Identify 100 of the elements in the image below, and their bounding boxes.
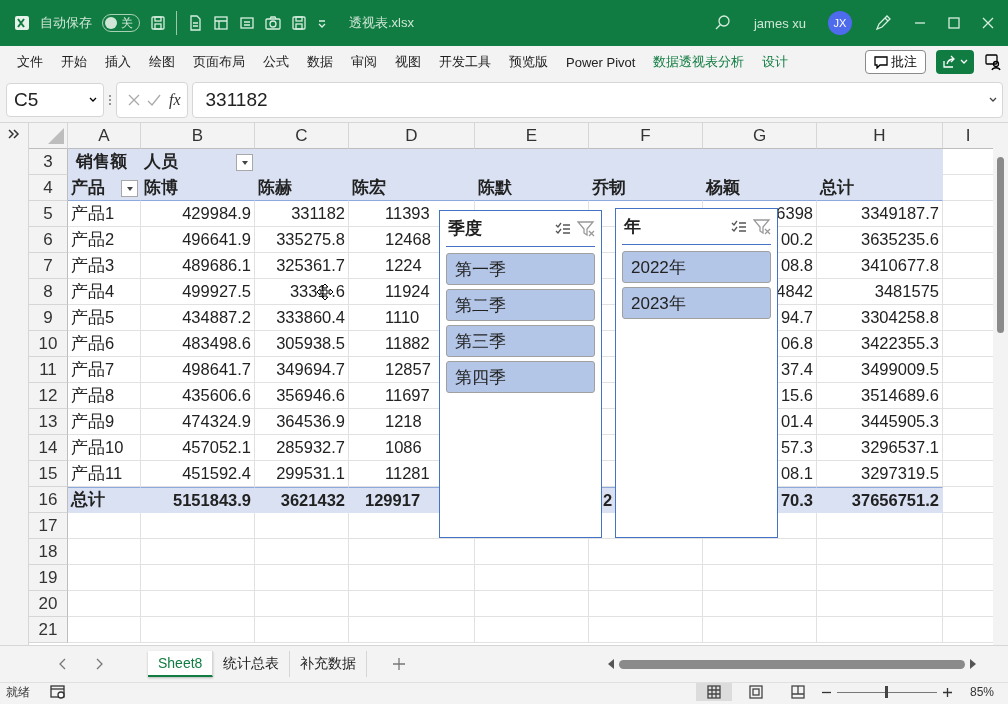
customize-icon[interactable] bbox=[317, 18, 327, 28]
vertical-scrollbar[interactable] bbox=[993, 123, 1008, 645]
slicer-item[interactable]: 第四季 bbox=[446, 361, 595, 393]
ribbon-tab[interactable]: 数据 bbox=[298, 53, 342, 71]
user-avatar[interactable]: JX bbox=[828, 11, 852, 35]
ribbon-tab[interactable]: 开始 bbox=[52, 53, 96, 71]
name-box[interactable]: C5 bbox=[6, 83, 104, 117]
share-button[interactable] bbox=[936, 50, 974, 74]
ribbon-tab[interactable]: 开发工具 bbox=[430, 53, 500, 71]
ribbon-tab[interactable]: 数据透视表分析 bbox=[644, 53, 754, 71]
row-number[interactable]: 19 bbox=[29, 565, 68, 591]
zoom-in-icon[interactable] bbox=[942, 687, 952, 697]
comment-icon bbox=[874, 55, 888, 69]
pen-icon[interactable] bbox=[874, 14, 892, 32]
clear-filter-icon[interactable] bbox=[577, 220, 595, 237]
row-number[interactable]: 7 bbox=[29, 253, 68, 279]
zoom-level[interactable]: 85% bbox=[969, 685, 994, 699]
ribbon-tab[interactable]: 页面布局 bbox=[184, 53, 254, 71]
file-name[interactable]: 透视表.xlsx bbox=[349, 14, 414, 32]
table-cell: 285932.7 bbox=[255, 435, 349, 461]
row-number[interactable]: 17 bbox=[29, 513, 68, 539]
row-number[interactable]: 21 bbox=[29, 617, 68, 643]
form-icon[interactable] bbox=[213, 15, 229, 31]
drag-handle-icon[interactable] bbox=[108, 94, 112, 106]
table-cell: 333860.4 bbox=[255, 305, 349, 331]
cancel-icon[interactable] bbox=[127, 93, 141, 107]
camera-icon[interactable] bbox=[265, 15, 281, 31]
slicer-item[interactable]: 2023年 bbox=[622, 287, 771, 319]
check-icon[interactable] bbox=[147, 93, 161, 107]
save-icon[interactable] bbox=[291, 15, 307, 31]
row-number[interactable]: 16 bbox=[29, 487, 68, 513]
table-icon[interactable] bbox=[239, 15, 255, 31]
sheet-tab[interactable]: 补充数据 bbox=[290, 651, 368, 677]
row-number[interactable]: 12 bbox=[29, 383, 68, 409]
row-number[interactable]: 20 bbox=[29, 591, 68, 617]
table-cell: 435606.6 bbox=[141, 383, 255, 409]
header-label: 人员 bbox=[144, 150, 178, 172]
row-number[interactable]: 9 bbox=[29, 305, 68, 331]
table-cell: 产品9 bbox=[68, 409, 141, 435]
sheet-tab[interactable]: 统计总表 bbox=[213, 651, 291, 677]
table-cell: 产品8 bbox=[68, 383, 141, 409]
filter-dropdown-button[interactable] bbox=[121, 180, 138, 197]
table-cell: 434887.2 bbox=[141, 305, 255, 331]
page-icon bbox=[748, 685, 763, 699]
ribbon-tab[interactable]: 插入 bbox=[96, 53, 140, 71]
normal-view-button[interactable] bbox=[695, 683, 732, 701]
sheet-tab[interactable]: Sheet8 bbox=[148, 651, 214, 677]
row-number[interactable]: 11 bbox=[29, 357, 68, 383]
row-number[interactable]: 13 bbox=[29, 409, 68, 435]
next-icon[interactable] bbox=[94, 658, 104, 670]
row-number[interactable]: 18 bbox=[29, 539, 68, 565]
ribbon-tab[interactable]: 视图 bbox=[386, 53, 430, 71]
row-number[interactable]: 4 bbox=[29, 175, 68, 201]
table-cell: 3621432 bbox=[255, 487, 349, 513]
person-icon[interactable] bbox=[984, 53, 1002, 71]
slicer-item[interactable]: 第三季 bbox=[446, 325, 595, 357]
table-cell: 产品10 bbox=[68, 435, 141, 461]
filter-dropdown-button[interactable] bbox=[236, 154, 253, 171]
table-cell: 305938.5 bbox=[255, 331, 349, 357]
row-number[interactable]: 15 bbox=[29, 461, 68, 487]
table-cell: 3349187.7 bbox=[817, 201, 943, 227]
previous-icon[interactable] bbox=[58, 658, 68, 670]
accessibility-icon[interactable] bbox=[50, 685, 66, 699]
multi-select-icon[interactable] bbox=[731, 218, 747, 235]
user-name: james xu bbox=[753, 15, 806, 31]
row-number[interactable]: 6 bbox=[29, 227, 68, 253]
slicer-item[interactable]: 2022年 bbox=[622, 251, 771, 283]
ribbon-tab[interactable]: 设计 bbox=[753, 53, 798, 71]
slicer-item[interactable]: 第二季 bbox=[446, 289, 595, 321]
maximize-icon[interactable] bbox=[948, 17, 960, 29]
header-label: 产品 bbox=[71, 176, 105, 198]
row-number[interactable]: 5 bbox=[29, 201, 68, 227]
document-icon[interactable] bbox=[187, 15, 203, 31]
expand-icon[interactable] bbox=[8, 129, 20, 139]
ribbon-tab[interactable]: 绘图 bbox=[140, 53, 184, 71]
insert-function-button[interactable]: fx bbox=[167, 91, 183, 109]
ribbon-tab[interactable]: 审阅 bbox=[342, 53, 386, 71]
clear-filter-icon[interactable] bbox=[753, 218, 771, 235]
ribbon-tab[interactable]: 预览版 bbox=[500, 53, 557, 71]
row-number[interactable]: 8 bbox=[29, 279, 68, 305]
ribbon-tab[interactable]: Power Pivot bbox=[557, 53, 645, 71]
row-number[interactable]: 14 bbox=[29, 435, 68, 461]
horizontal-scrollbar[interactable] bbox=[607, 659, 978, 669]
search-icon[interactable] bbox=[713, 14, 732, 32]
save-icon[interactable] bbox=[150, 15, 166, 31]
multi-select-icon[interactable] bbox=[555, 220, 571, 237]
table-cell: 3422355.3 bbox=[817, 331, 943, 357]
formula-field[interactable]: 331182 bbox=[191, 82, 1003, 118]
close-icon[interactable] bbox=[982, 17, 994, 29]
comments-button[interactable]: 批注 bbox=[865, 50, 926, 74]
ribbon-tab[interactable]: 公式 bbox=[254, 53, 298, 71]
add-sheet-icon[interactable] bbox=[393, 658, 406, 670]
row-number[interactable]: 3 bbox=[29, 149, 68, 175]
slicer-item[interactable]: 第一季 bbox=[446, 253, 595, 285]
table-cell: 产品5 bbox=[68, 305, 141, 331]
row-number[interactable]: 10 bbox=[29, 331, 68, 357]
button-label: 批注 bbox=[891, 53, 917, 71]
table-cell: 496641.9 bbox=[141, 227, 255, 253]
ribbon-tab[interactable]: 文件 bbox=[8, 53, 52, 71]
table-cell: 乔韧 bbox=[589, 175, 703, 201]
